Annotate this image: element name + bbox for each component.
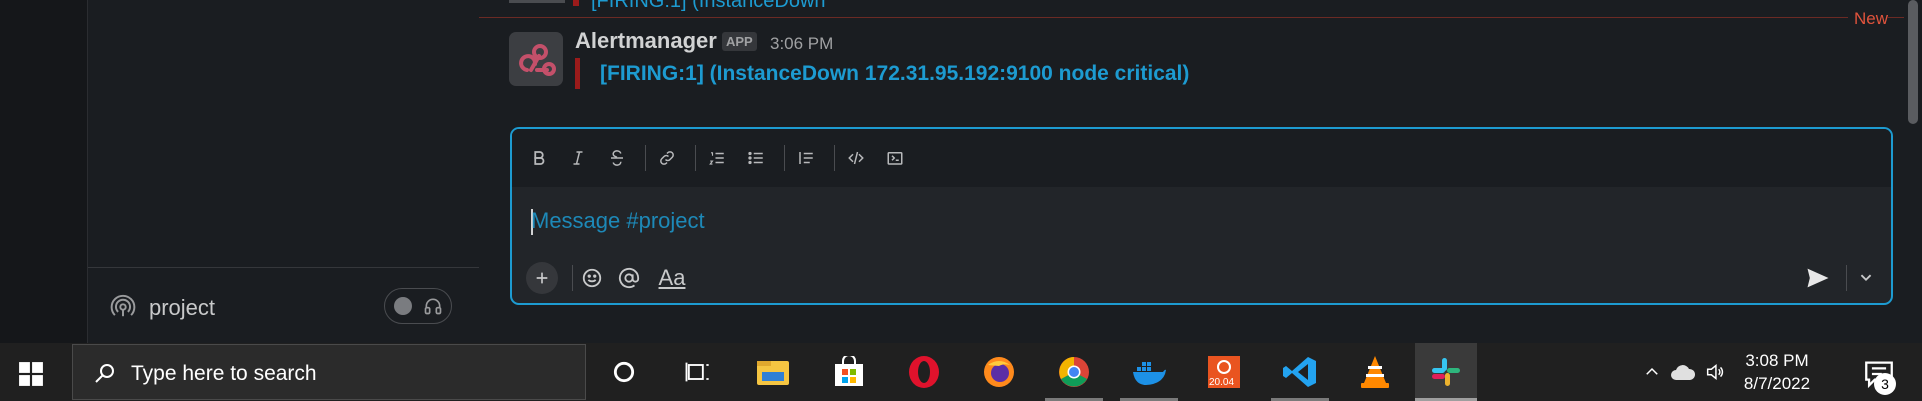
channel-main: [FIRING:1] (InstanceDown New Alertmanage… [479, 0, 1904, 343]
alertmanager-avatar[interactable] [509, 32, 563, 86]
clock-time: 3:08 PM [1745, 351, 1809, 370]
attach-button[interactable] [526, 262, 558, 294]
ubuntu-button[interactable]: 20.04 [1205, 353, 1243, 391]
search-placeholder: Type here to search [131, 362, 317, 385]
send-divider [1846, 265, 1847, 291]
onedrive-button[interactable] [1668, 357, 1698, 387]
chrome-icon [1059, 357, 1089, 387]
firefox-button[interactable] [980, 353, 1018, 391]
opera-icon [909, 356, 939, 388]
message-composer: Message #project Aa [510, 127, 1893, 305]
chevron-up-icon [1646, 367, 1658, 375]
file-explorer-icon [757, 361, 789, 385]
notification-count-badge: 3 [1874, 373, 1896, 395]
bulleted-list-icon [748, 151, 763, 165]
toggle-knob [394, 297, 412, 315]
message-timestamp[interactable]: 3:06 PM [770, 34, 833, 54]
opera-button[interactable] [905, 353, 943, 391]
slack-icon [1432, 358, 1460, 386]
huddle-channel-label: project [149, 295, 216, 320]
code-icon [848, 151, 864, 165]
text-format-label: Aa [658, 265, 686, 290]
formatting-toolbar [512, 129, 1891, 187]
windows-start-icon[interactable] [18, 361, 44, 387]
docker-icon [1133, 362, 1166, 385]
huddle-toggle[interactable] [384, 288, 452, 324]
app-badge: APP [722, 32, 757, 51]
toolbar-divider [784, 145, 785, 171]
blockquote-icon [799, 152, 813, 164]
chevron-down-icon[interactable] [1855, 266, 1877, 288]
cortana-icon [613, 361, 635, 383]
ordered-list-button[interactable] [704, 145, 730, 171]
huddle-bar: project [88, 267, 479, 344]
webhook-icon [519, 44, 556, 76]
italic-icon [573, 151, 583, 165]
plus-icon [536, 272, 548, 284]
microsoft-store-icon [835, 356, 863, 386]
previous-message-bar [573, 0, 579, 6]
workspace-rail [0, 0, 87, 343]
ordered-list-icon [709, 152, 724, 165]
strikethrough-button[interactable] [604, 145, 630, 171]
attachment-accent-bar [575, 58, 580, 89]
task-view-button[interactable] [678, 353, 716, 391]
toolbar-divider [645, 145, 646, 171]
cortana-button[interactable] [605, 353, 643, 391]
bulleted-list-button[interactable] [743, 145, 769, 171]
huddle-icon[interactable] [110, 294, 136, 320]
system-clock[interactable]: 3:08 PM 8/7/2022 [1722, 349, 1832, 395]
vscode-button[interactable] [1281, 353, 1319, 391]
windows-taskbar: Type here to search 20.04 3:08 PM 8/7/20… [0, 343, 1922, 401]
link-button[interactable] [654, 145, 680, 171]
scroll-thumb[interactable] [1908, 0, 1918, 124]
message-placeholder: Message #project [531, 208, 705, 233]
new-messages-label: New [1847, 9, 1888, 29]
vscode-icon [1283, 357, 1316, 387]
previous-message-text[interactable]: [FIRING:1] (InstanceDown [591, 0, 826, 13]
task-view-icon [685, 362, 709, 382]
mention-button[interactable] [615, 264, 643, 292]
text-format-button[interactable]: Aa [655, 264, 689, 292]
strikethrough-icon [611, 150, 623, 166]
vlc-icon [1361, 356, 1389, 388]
file-explorer-button[interactable] [754, 353, 792, 391]
blockquote-button[interactable] [793, 145, 819, 171]
slack-button[interactable] [1415, 343, 1477, 401]
message-input[interactable]: Message #project [512, 187, 1891, 251]
code-block-icon [887, 152, 903, 165]
bold-icon [534, 151, 545, 165]
code-block-button[interactable] [882, 145, 908, 171]
microsoft-store-button[interactable] [830, 353, 868, 391]
emoji-button[interactable] [578, 264, 606, 292]
actions-divider [572, 265, 573, 291]
firefox-icon [984, 357, 1014, 387]
alert-link[interactable]: [FIRING:1] (InstanceDown 172.31.95.192:9… [600, 62, 1189, 86]
composer-actions: Aa [512, 251, 1891, 303]
new-messages-divider [479, 17, 1904, 18]
toolbar-divider [695, 145, 696, 171]
show-hidden-icons-button[interactable] [1637, 357, 1667, 387]
code-button[interactable] [843, 145, 869, 171]
channel-sidebar: project [87, 0, 480, 343]
toolbar-divider [834, 145, 835, 171]
link-icon [660, 151, 674, 165]
at-sign-icon [618, 267, 640, 289]
message-sender[interactable]: Alertmanager [575, 28, 717, 54]
cloud-icon [1671, 365, 1696, 380]
docker-button[interactable] [1130, 353, 1168, 391]
search-icon [95, 364, 114, 383]
taskbar-search[interactable]: Type here to search [72, 344, 586, 400]
send-icon[interactable] [1803, 264, 1833, 292]
message-scrollbar[interactable] [1904, 0, 1922, 343]
chrome-button[interactable] [1055, 353, 1093, 391]
headphones-icon [424, 298, 442, 315]
previous-avatar [509, 0, 565, 3]
ubuntu-version-label: 20.04 [1209, 377, 1235, 388]
vlc-button[interactable] [1356, 353, 1394, 391]
emoji-icon [582, 268, 602, 288]
italic-button[interactable] [565, 145, 591, 171]
clock-date: 8/7/2022 [1743, 374, 1811, 393]
bold-button[interactable] [526, 145, 552, 171]
